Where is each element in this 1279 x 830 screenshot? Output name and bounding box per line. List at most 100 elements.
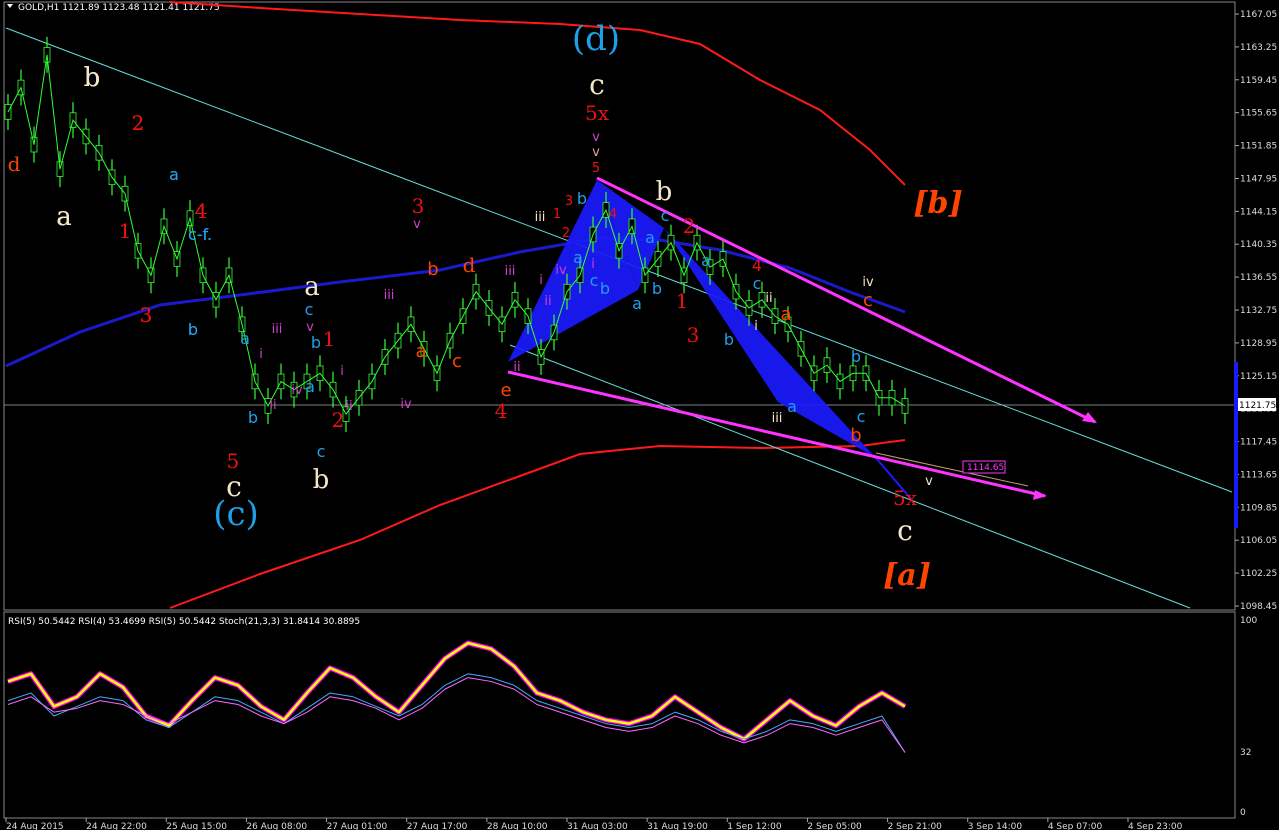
time-tick-label: 2 Sep 21:00	[888, 822, 943, 830]
price-tick-label: 1109.85	[1240, 503, 1277, 513]
wave-label: c	[863, 290, 873, 311]
price-tick-label: 1125.15	[1240, 372, 1277, 382]
wave-label: c	[590, 271, 599, 290]
wave-label: iv	[555, 263, 567, 278]
chart-canvas: GOLD,H1 1121.89 1123.48 1121.41 1121.75 …	[3, 1, 1277, 830]
oscillator-layer	[7, 640, 907, 753]
wave-label: ii	[269, 398, 276, 413]
wave-labels-layer: (d)c5xvv5b [b]dba2a4c-f.13bacvb 1iiiaiiv ai…	[8, 19, 963, 593]
price-tick-label: 1151.85	[1240, 142, 1277, 152]
wave-label: 3	[140, 303, 153, 327]
wave-label: c	[452, 351, 462, 372]
wave-label: a	[305, 377, 315, 396]
wave-label: b	[248, 408, 258, 427]
wave-label: ii	[544, 294, 551, 309]
price-tick-label: 1159.45	[1240, 76, 1277, 86]
wave-label: a	[304, 272, 320, 302]
wave-label: a	[573, 248, 583, 267]
wave-label: 4	[609, 207, 617, 222]
wave-label: 1	[119, 219, 132, 243]
wave-label: 4	[195, 199, 208, 223]
oscillator-tick-label: 100	[1240, 616, 1257, 626]
wave-label: c	[305, 300, 314, 319]
wave-label: iv	[400, 397, 412, 412]
wave-label: a	[780, 304, 791, 325]
time-tick-label: 25 Aug 15:00	[166, 822, 227, 830]
wave-label: iii	[772, 411, 783, 426]
wave-label: b	[850, 425, 861, 446]
lower-trendline-arrow	[1033, 490, 1047, 500]
time-tick-label: 26 Aug 08:00	[246, 822, 307, 830]
wave-label: [a]	[883, 558, 931, 593]
wave-label: 4	[752, 256, 762, 275]
wave-label: (d)	[572, 19, 620, 59]
wave-label: i	[754, 319, 758, 334]
wave-label: b	[656, 177, 673, 207]
price-tick-label: 1102.25	[1240, 569, 1277, 579]
wave-label: d	[8, 152, 21, 176]
wave-label: v	[592, 130, 600, 145]
wave-label: 3	[687, 323, 700, 347]
wave-label: b	[600, 279, 610, 298]
wave-label: c	[857, 407, 866, 426]
price-tick-label: 1147.95	[1240, 174, 1277, 184]
wave-label: 1	[553, 207, 561, 222]
time-tick-label: 2 Sep 05:00	[807, 822, 862, 830]
price-tick-label: 1163.25	[1240, 43, 1277, 53]
wave-label: iv	[291, 383, 303, 398]
chart-header: GOLD,H1 1121.89 1123.48 1121.41 1121.75	[18, 3, 220, 13]
wave-label: ii	[513, 360, 520, 375]
upper-trendline	[596, 176, 1096, 424]
wave-label: b	[311, 333, 321, 352]
price-tick-label: 1140.35	[1240, 240, 1277, 250]
price-tick-label: 1144.15	[1240, 207, 1277, 217]
oscillator-tick-label: 32	[1240, 748, 1251, 758]
channel-layer	[4, 27, 1235, 609]
wave-label: iii	[384, 288, 395, 303]
wave-label: 5	[592, 161, 600, 176]
wave-label: 3	[565, 194, 573, 209]
level-label: 1114.65	[967, 463, 1004, 473]
time-tick-label: 4 Sep 07:00	[1048, 822, 1103, 830]
wave-label: iii	[272, 322, 283, 337]
wave-label: a	[701, 251, 711, 270]
wave-label: c	[661, 206, 670, 225]
wave-label: e	[500, 380, 511, 401]
time-tick-label: 31 Aug 03:00	[567, 822, 628, 830]
wave-label: 2	[332, 408, 345, 432]
wave-label: v	[592, 145, 600, 160]
time-tick-label: 3 Sep 14:00	[968, 822, 1023, 830]
wave-label: i	[259, 347, 263, 362]
wave-label: i	[340, 364, 344, 379]
price-tick-label: 1167.05	[1240, 10, 1277, 20]
wave-label: 4	[495, 399, 508, 423]
wave-label: b	[577, 189, 587, 208]
price-tick-label: 1132.75	[1240, 306, 1277, 316]
indicator-header: RSI(5) 50.5442 RSI(4) 53.4699 RSI(5) 50.…	[8, 617, 360, 627]
wave-label: b	[313, 465, 330, 495]
wave-label: 5x	[893, 486, 918, 510]
wave-label: b	[724, 330, 734, 349]
envelope-upper	[169, 1, 906, 186]
wave-label: iii	[505, 264, 516, 279]
wave-label: a	[632, 294, 642, 313]
price-tick-label: 1113.65	[1240, 470, 1277, 480]
rsi-fast-line	[7, 640, 907, 742]
wave-label: 1	[676, 289, 689, 313]
wave-label: (c)	[213, 494, 259, 534]
wave-label: c	[589, 68, 605, 101]
wave-label: 2	[562, 226, 570, 241]
current-price-label: 1121.75	[1239, 401, 1276, 411]
wave-label: ii	[345, 399, 352, 414]
price-tick-label: 1128.95	[1240, 339, 1277, 349]
oscillator-tick-label: 0	[1240, 808, 1246, 818]
wave-label: 2	[683, 214, 696, 238]
wave-label: a	[787, 397, 797, 416]
wave-label: i	[539, 273, 543, 288]
price-tick-label: 1155.65	[1240, 109, 1277, 119]
wave-label: b	[188, 320, 198, 339]
time-tick-label: 4 Sep 23:00	[1128, 822, 1183, 830]
header-dropdown-icon[interactable]	[7, 4, 13, 8]
axis-range-marker	[1234, 362, 1238, 528]
envelope-lower	[169, 439, 906, 609]
